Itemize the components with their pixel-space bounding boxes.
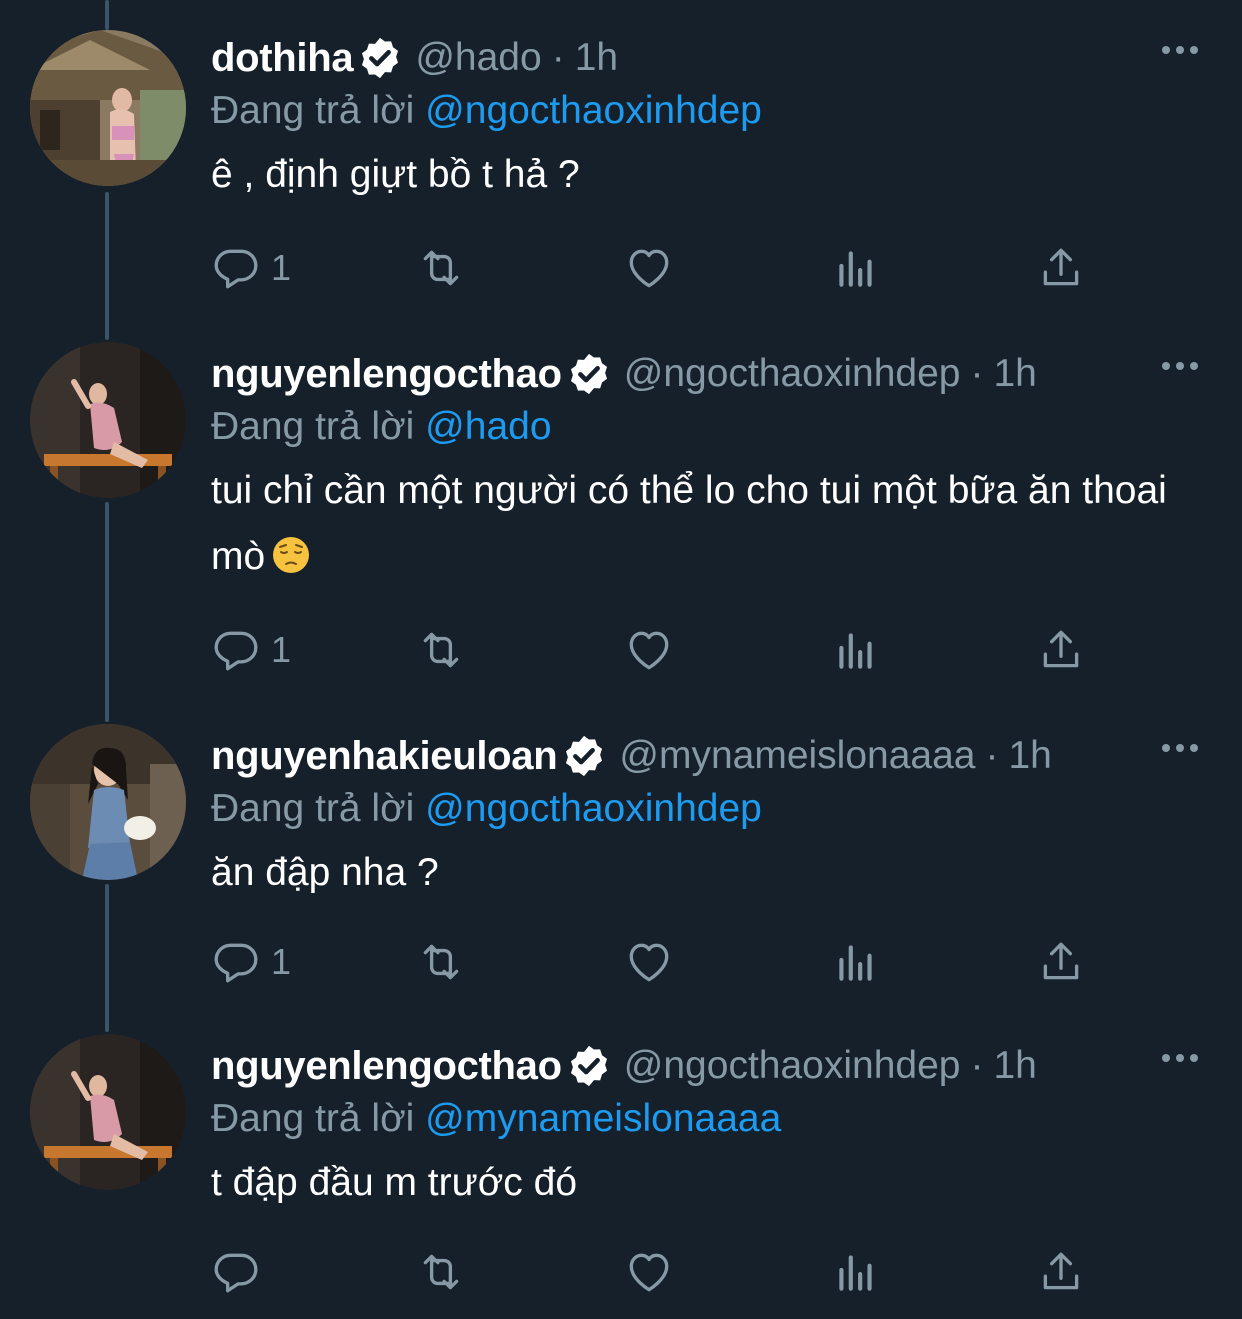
replying-to-label: Đang trả lời [211,89,415,132]
replying-to-label: Đang trả lời [211,405,415,448]
separator-dot: · [985,734,999,777]
replying-to-label: Đang trả lời [211,1097,415,1140]
tweet-text: tui chỉ cần một người có thể lo cho tui … [211,469,1167,578]
like-button[interactable] [624,240,674,296]
like-button[interactable] [624,622,674,678]
tweet-text: ăn đập nha ? [211,851,439,894]
tweet[interactable]: dothiha @hado · 1h Đang trả lời @ngoctha… [0,0,1242,320]
tweet-actions [211,1244,1091,1300]
reply-icon [211,625,261,675]
views-button[interactable] [831,240,881,296]
reply-icon [211,243,261,293]
avatar[interactable] [30,342,186,498]
reply-count: 1 [271,247,292,288]
replying-to-line: Đang trả lời @ngocthaoxinhdep [211,86,1202,136]
reply-button[interactable]: 1 [211,622,291,678]
tweet-text: ê , định giựt bồ t hả ? [211,153,580,196]
retweet-button[interactable] [416,934,466,990]
avatar[interactable] [30,724,186,880]
verified-badge-icon [357,35,403,81]
retweet-button[interactable] [416,240,466,296]
views-icon [831,243,881,293]
replying-to-handle[interactable]: @ngocthaoxinhdep [425,89,762,132]
separator-dot: · [551,36,565,79]
like-icon [624,1247,674,1297]
verified-badge-icon [561,733,607,779]
retweet-icon [416,937,466,987]
display-name[interactable]: nguyenlengocthao [211,1044,562,1089]
verified-badge-icon [566,351,612,397]
display-name[interactable]: nguyenlengocthao [211,352,562,397]
display-name[interactable]: nguyenhakieuloan [211,734,558,779]
timestamp[interactable]: 1h [575,36,618,80]
replying-to-handle[interactable]: @ngocthaoxinhdep [425,787,762,830]
like-icon [624,937,674,987]
separator-dot: · [970,1044,984,1087]
verified-badge-icon [566,1043,612,1089]
reply-count: 1 [271,941,292,982]
reply-thread: dothiha @hado · 1h Đang trả lời @ngoctha… [0,0,1242,1319]
reply-count: 1 [271,629,292,670]
more-options-icon[interactable] [1158,736,1202,760]
retweet-icon [416,243,466,293]
reply-icon [211,937,261,987]
retweet-icon [416,625,466,675]
reply-button[interactable]: 1 [211,934,291,990]
separator-dot: · [970,352,984,395]
more-options-icon[interactable] [1158,354,1202,378]
user-handle[interactable]: @hado [415,36,541,80]
like-icon [624,243,674,293]
replying-to-line: Đang trả lời @hado [211,402,1202,452]
reply-icon [211,1247,261,1297]
tweet-text: t đập đầu m trước đó [211,1161,578,1204]
replying-to-label: Đang trả lời [211,787,415,830]
display-name[interactable]: dothiha [211,36,354,81]
views-button[interactable] [831,622,881,678]
tweet[interactable]: nguyenlengocthao @ngocthaoxinhdep · 1h Đ… [0,340,1242,702]
user-handle[interactable]: @ngocthaoxinhdep [624,1044,961,1088]
replying-to-line: Đang trả lời @mynameislonaaaa [211,1094,1202,1144]
share-button[interactable] [1036,1244,1086,1300]
avatar[interactable] [30,30,186,186]
tweet-text-wrapper: tui chỉ cần một người có thể lo cho tui … [211,458,1201,590]
replying-to-handle[interactable]: @mynameislonaaaa [425,1097,781,1140]
timestamp[interactable]: 1h [1008,734,1051,778]
more-options-icon[interactable] [1158,38,1202,62]
like-icon [624,625,674,675]
reply-button[interactable] [211,1244,271,1300]
reply-button[interactable]: 1 [211,240,291,296]
user-handle[interactable]: @mynameislonaaaa [619,734,975,778]
replying-to-handle[interactable]: @hado [425,405,551,448]
tweet-actions: 1 [211,934,1091,990]
more-options-icon[interactable] [1158,1046,1202,1070]
replying-to-line: Đang trả lời @ngocthaoxinhdep [211,784,1202,834]
user-handle[interactable]: @ngocthaoxinhdep [624,352,961,396]
pensive-face-emoji-icon [271,535,311,575]
timestamp[interactable]: 1h [993,352,1036,396]
tweet[interactable]: nguyenhakieuloan @mynameislonaaaa · 1h Đ… [0,722,1242,1012]
like-button[interactable] [624,934,674,990]
share-icon [1036,937,1086,987]
share-icon [1036,1247,1086,1297]
views-icon [831,1247,881,1297]
like-button[interactable] [624,1244,674,1300]
views-icon [831,625,881,675]
views-icon [831,937,881,987]
views-button[interactable] [831,934,881,990]
avatar[interactable] [30,1034,186,1190]
timestamp[interactable]: 1h [993,1044,1036,1088]
tweet[interactable]: nguyenlengocthao @ngocthaoxinhdep · 1h Đ… [0,1032,1242,1319]
share-icon [1036,243,1086,293]
retweet-icon [416,1247,466,1297]
views-button[interactable] [831,1244,881,1300]
share-icon [1036,625,1086,675]
retweet-button[interactable] [416,622,466,678]
tweet-actions: 1 [211,622,1091,678]
share-button[interactable] [1036,934,1086,990]
share-button[interactable] [1036,622,1086,678]
share-button[interactable] [1036,240,1086,296]
retweet-button[interactable] [416,1244,466,1300]
tweet-actions: 1 [211,240,1091,296]
